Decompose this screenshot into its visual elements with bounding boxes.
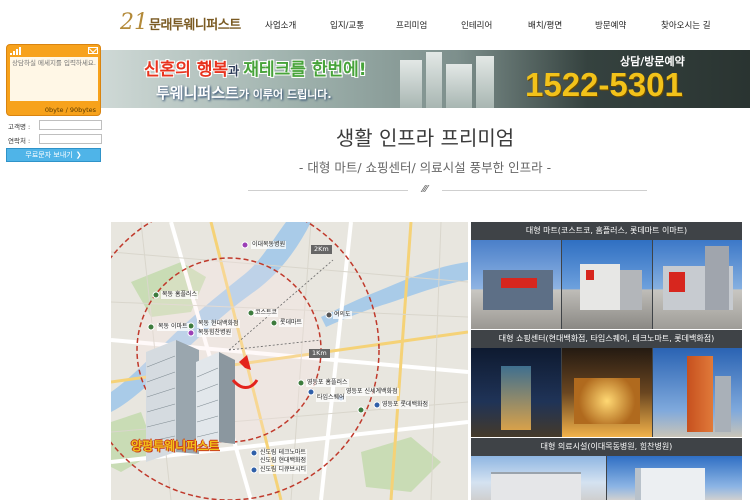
map-label: 코스트코: [254, 309, 279, 317]
map-label: 목동 홈플러스: [161, 291, 199, 299]
panel-marts-title: 대형 마트(코스트코, 홈플러스, 롯데마트 이마트): [525, 226, 688, 235]
banner-headline-part3: 재테크를 한번에!: [243, 60, 367, 80]
photo-times-square: [562, 348, 652, 437]
sms-phone-widget: 0byte / 90bytes: [6, 44, 101, 116]
location-map: 이대목동병원 목동 홈플러스 목동 현대백화점 목동 이마트 목동힘찬병원 코스…: [111, 222, 468, 500]
banner-headline-part2: 과: [228, 64, 244, 78]
sms-byte-count: 0byte / 90bytes: [44, 106, 96, 114]
banner-subline: 투웨니퍼스트가 이루어 드립니다.: [156, 82, 332, 103]
panel-shopping: 대형 쇼핑센터(현대백화점, 타임스퀘어, 테크노마트, 롯데백화점): [471, 330, 742, 437]
sms-status-bar: [10, 47, 98, 55]
panel-medical: 대형 의료시설(이대목동병원, 힘찬병원): [471, 438, 742, 500]
nav-item-interior[interactable]: 인테리어: [461, 19, 492, 31]
mail-icon: [88, 47, 98, 54]
main-nav: 사업소개 입지/교통 프리미엄 인테리어 배치/평면 방문예약 찾아오시는 길: [0, 19, 750, 33]
map-label: 목동 현대백화점: [197, 320, 240, 328]
map-label: 신도림 디큐브시티: [259, 466, 308, 474]
photo-homeplus: [562, 240, 652, 329]
radius-2km-badge: 2Km: [311, 245, 332, 254]
section-subtitle: - 대형 마트/ 쇼핑센터/ 의료시설 풍부한 인프라 -: [298, 160, 552, 175]
map-label: 목동 이마트: [157, 323, 189, 331]
map-label: 신도림 현대백화점: [259, 457, 308, 465]
photo-himchan-hospital: [607, 456, 742, 500]
map-label: 목동힘찬병원: [197, 329, 233, 337]
section-title: 생활 인프라 프리미엄: [335, 126, 515, 150]
photo-lottemart: [653, 240, 742, 329]
nav-item-about[interactable]: 사업소개: [265, 19, 296, 31]
hero-banner: 신혼의 행복과 재테크를 한번에! 투웨니퍼스트가 이루어 드립니다. 상담/방…: [100, 50, 750, 108]
signal-icon: [10, 47, 22, 55]
panel-medical-title: 대형 의료시설(이대목동병원, 힘찬병원): [540, 442, 673, 451]
panel-marts: 대형 마트(코스트코, 홈플러스, 롯데마트 이마트): [471, 222, 742, 329]
photo-hyundai-dept: [471, 348, 561, 437]
photo-ewha-hospital: [471, 456, 606, 500]
banner-headline-part1: 신혼의 행복: [144, 60, 229, 80]
map-label: 롯데마트: [279, 319, 304, 327]
banner-building: [400, 60, 422, 108]
banner-headline: 신혼의 행복과 재테크를 한번에!: [144, 55, 367, 80]
map-label: 영등포 신세계백화점: [345, 388, 399, 396]
panel-shopping-title: 대형 쇼핑센터(현대백화점, 타임스퀘어, 테크노마트, 롯데백화점): [498, 334, 715, 343]
map-label: 타임스퀘어: [316, 394, 346, 402]
costco-sign: [501, 278, 537, 288]
map-label: 신도림 테크노마트: [259, 449, 308, 457]
banner-building: [426, 52, 442, 108]
map-label: 영등포 홈플러스: [306, 379, 349, 387]
map-label: 여의도: [333, 311, 352, 319]
apartment-name-label: 양평투웨니퍼스트: [131, 439, 220, 453]
nav-item-floorplan[interactable]: 배치/평면: [528, 19, 562, 31]
photo-technomart: [653, 348, 742, 437]
divider-left: [248, 190, 408, 191]
reservation-phone[interactable]: 1522-5301: [525, 66, 683, 104]
banner-subline-part1: 투웨니퍼스트: [156, 84, 239, 102]
sms-message-input[interactable]: [10, 57, 98, 101]
banner-building: [476, 56, 494, 108]
map-label: 영등포 롯데백화점: [381, 401, 430, 409]
banner-building: [446, 64, 472, 108]
nav-item-premium[interactable]: 프리미엄: [396, 19, 427, 31]
divider-right: [442, 190, 647, 191]
radius-1km-badge: 1Km: [309, 349, 330, 358]
site-header: 21 문래투웨니퍼스트 사업소개 입지/교통 프리미엄 인테리어 배치/평면 방…: [0, 0, 750, 50]
nav-item-location[interactable]: 입지/교통: [330, 19, 364, 31]
photo-costco: [471, 240, 561, 329]
map-label: 이대목동병원: [251, 241, 287, 249]
nav-item-reservation[interactable]: 방문예약: [595, 19, 626, 31]
divider-ornament: ⁄⁄⁄: [422, 184, 428, 195]
banner-subline-part2: 가 이루어 드립니다.: [238, 88, 332, 101]
nav-item-directions[interactable]: 찾아오시는 길: [661, 19, 711, 31]
